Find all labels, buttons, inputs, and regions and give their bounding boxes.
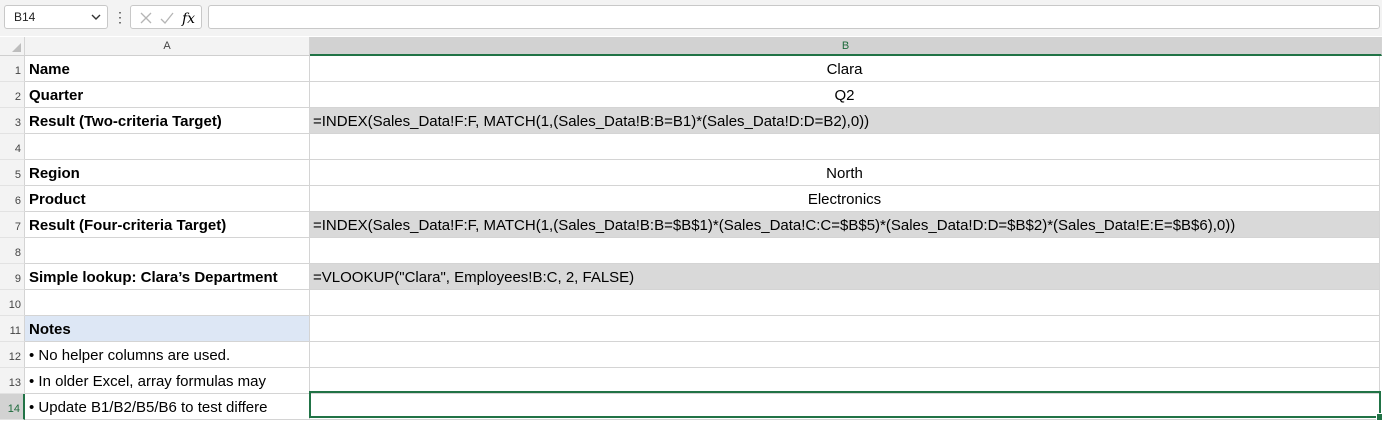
table-row: 3 Result (Two-criteria Target) =INDEX(Sa… xyxy=(0,108,1382,134)
table-row: 6 Product Electronics xyxy=(0,186,1382,212)
column-header-b[interactable]: B xyxy=(310,37,1382,56)
row-header[interactable]: 13 xyxy=(0,368,25,394)
active-cell-border xyxy=(309,391,1381,418)
row-header[interactable]: 12 xyxy=(0,342,25,368)
fill-handle[interactable] xyxy=(1376,413,1382,421)
cell-a5[interactable]: Region xyxy=(25,160,310,186)
name-box-value: B14 xyxy=(14,10,36,24)
row-header[interactable]: 7 xyxy=(0,212,25,238)
cell-b5[interactable]: North xyxy=(310,160,1380,186)
cancel-icon[interactable] xyxy=(137,9,155,27)
cell-a10[interactable] xyxy=(25,290,310,316)
name-box[interactable]: B14 xyxy=(4,5,108,29)
cell-b7[interactable]: =INDEX(Sales_Data!F:F, MATCH(1,(Sales_Da… xyxy=(310,212,1380,238)
table-row: 5 Region North xyxy=(0,160,1382,186)
cell-a3[interactable]: Result (Two-criteria Target) xyxy=(25,108,310,134)
cell-b11[interactable] xyxy=(310,316,1380,342)
cell-a7[interactable]: Result (Four-criteria Target) xyxy=(25,212,310,238)
row-header[interactable]: 2 xyxy=(0,82,25,108)
table-row: 2 Quarter Q2 xyxy=(0,82,1382,108)
cell-b3[interactable]: =INDEX(Sales_Data!F:F, MATCH(1,(Sales_Da… xyxy=(310,108,1380,134)
table-row: 4 xyxy=(0,134,1382,160)
row-header[interactable]: 3 xyxy=(0,108,25,134)
row-header[interactable]: 9 xyxy=(0,264,25,290)
cell-b10[interactable] xyxy=(310,290,1380,316)
table-row: 8 xyxy=(0,238,1382,264)
row-header[interactable]: 8 xyxy=(0,238,25,264)
cell-b9[interactable]: =VLOOKUP("Clara", Employees!B:C, 2, FALS… xyxy=(310,264,1380,290)
cell-b1[interactable]: Clara xyxy=(310,56,1380,82)
cell-a8[interactable] xyxy=(25,238,310,264)
cell-a6[interactable]: Product xyxy=(25,186,310,212)
svg-text:fx: fx xyxy=(181,11,195,27)
more-options-icon[interactable]: ⋮ xyxy=(113,8,127,26)
table-row: 9 Simple lookup: Clara’s Department =VLO… xyxy=(0,264,1382,290)
cell-a11[interactable]: Notes xyxy=(25,316,310,342)
row-header[interactable]: 14 xyxy=(0,394,25,420)
insert-function-icon[interactable]: fx xyxy=(181,9,199,27)
row-header[interactable]: 1 xyxy=(0,56,25,82)
select-all-corner[interactable] xyxy=(0,37,25,56)
cell-a2[interactable]: Quarter xyxy=(25,82,310,108)
table-row: 1 Name Clara xyxy=(0,56,1382,82)
table-row: 10 xyxy=(0,290,1382,316)
row-header[interactable]: 6 xyxy=(0,186,25,212)
enter-check-icon[interactable] xyxy=(158,9,176,27)
row-header[interactable]: 11 xyxy=(0,316,25,342)
select-all-triangle-icon xyxy=(12,43,21,52)
cell-b12[interactable] xyxy=(310,342,1380,368)
formula-input[interactable] xyxy=(208,5,1380,29)
formula-bar: B14 ⋮ fx xyxy=(0,0,1382,36)
row-header[interactable]: 4 xyxy=(0,134,25,160)
cell-a14[interactable]: • Update B1/B2/B5/B6 to test differe xyxy=(25,394,310,420)
table-row: 12 • No helper columns are used. xyxy=(0,342,1382,368)
table-row: 11 Notes xyxy=(0,316,1382,342)
row-header[interactable]: 10 xyxy=(0,290,25,316)
cell-b2[interactable]: Q2 xyxy=(310,82,1380,108)
chevron-down-icon[interactable] xyxy=(89,10,103,24)
cell-b8[interactable] xyxy=(310,238,1380,264)
cell-a4[interactable] xyxy=(25,134,310,160)
column-header-a[interactable]: A xyxy=(25,37,310,56)
cell-b6[interactable]: Electronics xyxy=(310,186,1380,212)
row-header[interactable]: 5 xyxy=(0,160,25,186)
formula-buttons: fx xyxy=(130,5,202,29)
cell-a13[interactable]: • In older Excel, array formulas may xyxy=(25,368,310,394)
cell-a1[interactable]: Name xyxy=(25,56,310,82)
cell-b4[interactable] xyxy=(310,134,1380,160)
cell-a9[interactable]: Simple lookup: Clara’s Department xyxy=(25,264,310,290)
table-row: 7 Result (Four-criteria Target) =INDEX(S… xyxy=(0,212,1382,238)
cell-a12[interactable]: • No helper columns are used. xyxy=(25,342,310,368)
